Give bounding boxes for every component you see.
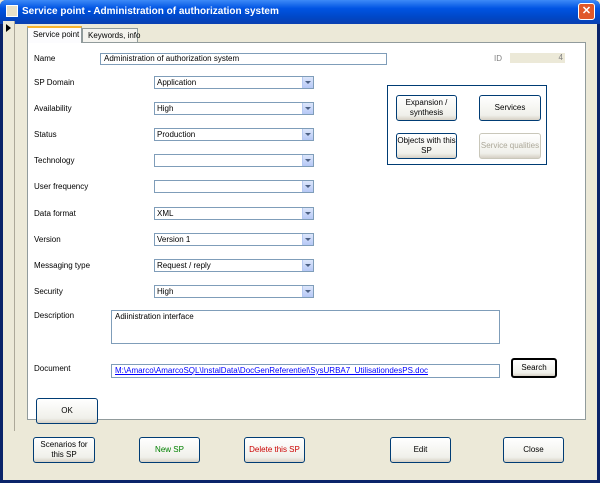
user-frequency-combo[interactable] <box>154 180 314 193</box>
description-field[interactable]: Adiinistration interface <box>111 310 500 344</box>
document-label: Document <box>34 364 71 373</box>
search-button[interactable]: Search <box>511 358 557 378</box>
delete-sp-button[interactable]: Delete this SP <box>244 437 305 463</box>
current-record-arrow-icon <box>6 24 11 32</box>
edit-button[interactable]: Edit <box>390 437 451 463</box>
chevron-down-icon[interactable] <box>302 77 313 88</box>
chevron-down-icon[interactable] <box>302 155 313 166</box>
id-field: 4 <box>510 53 565 63</box>
status-combo[interactable]: Production <box>154 128 314 141</box>
scenarios-button[interactable]: Scenarios for this SP <box>33 437 95 463</box>
security-combo[interactable]: High <box>154 285 314 298</box>
chevron-down-icon[interactable] <box>302 181 313 192</box>
id-label: ID <box>494 54 502 63</box>
record-selector[interactable] <box>3 21 15 431</box>
chevron-down-icon[interactable] <box>302 103 313 114</box>
technology-combo[interactable] <box>154 154 314 167</box>
close-button[interactable]: Close <box>503 437 564 463</box>
status-label: Status <box>34 130 57 139</box>
app-window: Service point - Administration of author… <box>0 0 600 483</box>
technology-label: Technology <box>34 156 75 165</box>
window-title: Service point - Administration of author… <box>22 6 279 17</box>
messaging-type-combo[interactable]: Request / reply <box>154 259 314 272</box>
document-link[interactable]: M:\Amarco\AmarcoSQL\InstalData\DocGenRef… <box>111 364 500 378</box>
services-button[interactable]: Services <box>479 95 541 121</box>
data-format-combo[interactable]: XML <box>154 207 314 220</box>
sp-domain-label: SP Domain <box>34 78 75 87</box>
chevron-down-icon[interactable] <box>302 260 313 271</box>
security-label: Security <box>34 287 63 296</box>
tab-keywords-info[interactable]: Keywords, info <box>82 28 140 43</box>
ok-button[interactable]: OK <box>36 398 98 424</box>
chevron-down-icon[interactable] <box>302 208 313 219</box>
messaging-type-label: Messaging type <box>34 261 91 270</box>
version-combo[interactable]: Version 1 <box>154 233 314 246</box>
title-bar: Service point - Administration of author… <box>0 0 600 24</box>
version-label: Version <box>34 235 61 244</box>
user-frequency-label: User frequency <box>34 182 89 191</box>
name-label: Name <box>34 54 56 63</box>
data-format-label: Data format <box>34 209 76 218</box>
chevron-down-icon[interactable] <box>302 234 313 245</box>
availability-label: Availability <box>34 104 72 113</box>
window-close-button[interactable]: ✕ <box>578 3 595 20</box>
sp-domain-combo[interactable]: Application <box>154 76 314 89</box>
chevron-down-icon[interactable] <box>302 129 313 140</box>
form-icon <box>6 5 18 17</box>
expansion-synthesis-button[interactable]: Expansion / synthesis <box>396 95 457 121</box>
new-sp-button[interactable]: New SP <box>139 437 200 463</box>
tab-service-point[interactable]: Service point <box>27 26 82 43</box>
service-qualities-button[interactable]: Service qualities <box>479 133 541 159</box>
description-label: Description <box>34 311 75 320</box>
objects-with-sp-button[interactable]: Objects with this SP <box>396 133 457 159</box>
chevron-down-icon[interactable] <box>302 286 313 297</box>
name-field[interactable]: Administration of authorization system <box>100 53 387 65</box>
availability-combo[interactable]: High <box>154 102 314 115</box>
